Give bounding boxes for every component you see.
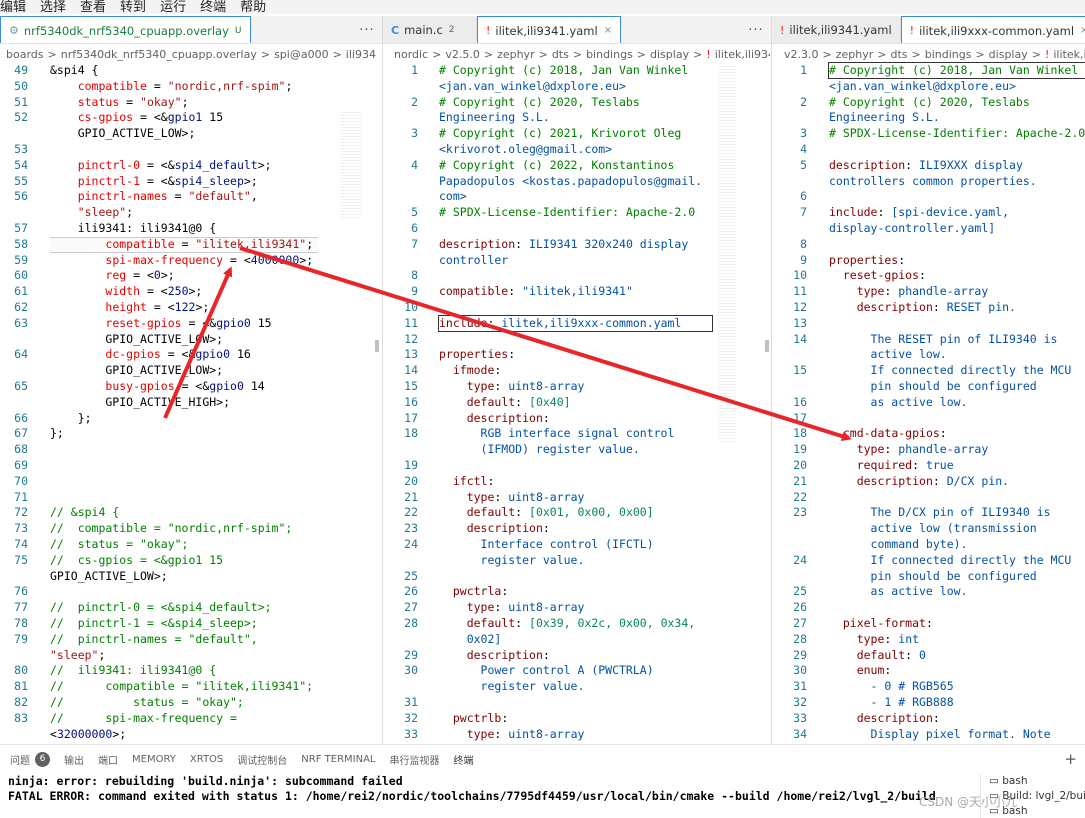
arrow-up	[163, 266, 233, 419]
annotation-arrows	[163, 246, 852, 441]
arrow-right	[239, 246, 852, 441]
